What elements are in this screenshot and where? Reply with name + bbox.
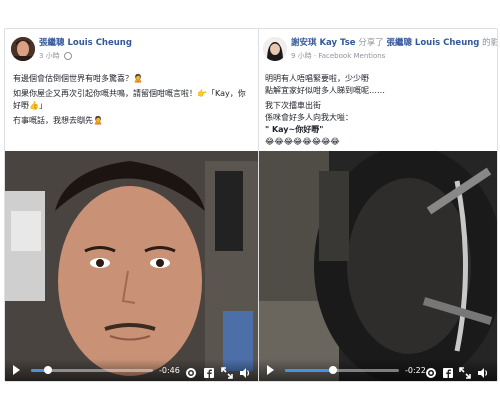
avatar[interactable] [263,37,287,61]
author-name[interactable]: 謝安琪 Kay Tse [291,38,356,48]
globe-icon [63,52,72,60]
shared-author-name[interactable]: 張繼聰 Louis Cheung [386,38,479,48]
expand-icon[interactable] [459,364,471,379]
shared-suffix: 的影片。 [482,38,498,48]
post-time[interactable]: 3 小時 [39,52,60,60]
progress-knob[interactable] [328,366,337,374]
progress-bar[interactable] [285,366,399,374]
video-controls: -0:46 [5,359,259,381]
author-name[interactable]: 張繼聰 Louis Cheung [39,38,132,48]
volume-icon[interactable] [477,364,489,378]
post-card-kay: 謝安琪 Kay Tse 分享了 張繼聰 Louis Cheung 的影片。 9 … [258,28,498,382]
facebook-icon[interactable] [203,364,215,378]
play-icon[interactable] [13,365,20,375]
progress-fill [285,369,333,372]
volume-icon[interactable] [239,364,251,378]
post-line: 如果你屋企又再次引起你嘅共鳴，請留個咁嘅言啦！👉「Kay，你好嘢👍」 [13,89,246,110]
post-text: 有邊個會估倒個世界有咁多驚喜？🙎 如果你屋企又再次引起你嘅共鳴，請留個咁嘅言啦！… [5,73,259,127]
post-meta: 3 小時 [39,51,72,61]
shared-text: 分享了 [358,38,384,48]
gear-icon[interactable] [425,364,437,378]
post-line: 係咪會好多人向我大嗌： [265,113,353,122]
post-line: 冇事嘅話，我想去瞓先🙎 [13,116,103,125]
post-header: 張繼聰 Louis Cheung 3 小時 [5,29,259,73]
facebook-icon[interactable] [442,364,454,378]
video-controls: -0:22 [259,359,497,381]
avatar[interactable] [11,37,35,61]
video-player[interactable]: -0:22 [259,151,497,381]
time-remaining: -0:22 [405,366,426,375]
post-meta: 9 小時 · Facebook Mentions [291,51,385,61]
gear-icon[interactable] [185,364,197,378]
video-frame [259,151,497,381]
post-time[interactable]: 9 小時 · Facebook Mentions [291,52,385,60]
post-line: 我下次擂車出街 [265,101,321,110]
post-text: 明明有人唔唱緊要啦，少少嘢 點解宜家好似咁多人睇到嘅呢…… 我下次擂車出街 係咪… [259,73,497,148]
progress-bar[interactable] [31,366,153,374]
time-remaining: -0:46 [159,366,180,375]
video-frame [5,151,259,381]
post-line: " Kay~你好嘢" [265,125,324,134]
expand-icon[interactable] [221,364,233,379]
post-line: 明明有人唔唱緊要啦，少少嘢 [265,74,369,83]
video-player[interactable]: -0:46 [5,151,259,381]
post-line: 😂😂😂😂😂😂😂😂 [265,137,340,146]
progress-knob[interactable] [44,366,53,374]
post-card-louis: 張繼聰 Louis Cheung 3 小時 有邊個會估倒個世界有咁多驚喜？🙎 如… [4,28,260,382]
post-line: 點解宜家好似咁多人睇到嘅呢…… [265,86,385,95]
play-icon[interactable] [267,365,274,375]
post-line: 有邊個會估倒個世界有咁多驚喜？🙎 [13,74,143,83]
post-header: 謝安琪 Kay Tse 分享了 張繼聰 Louis Cheung 的影片。 9 … [259,29,497,73]
